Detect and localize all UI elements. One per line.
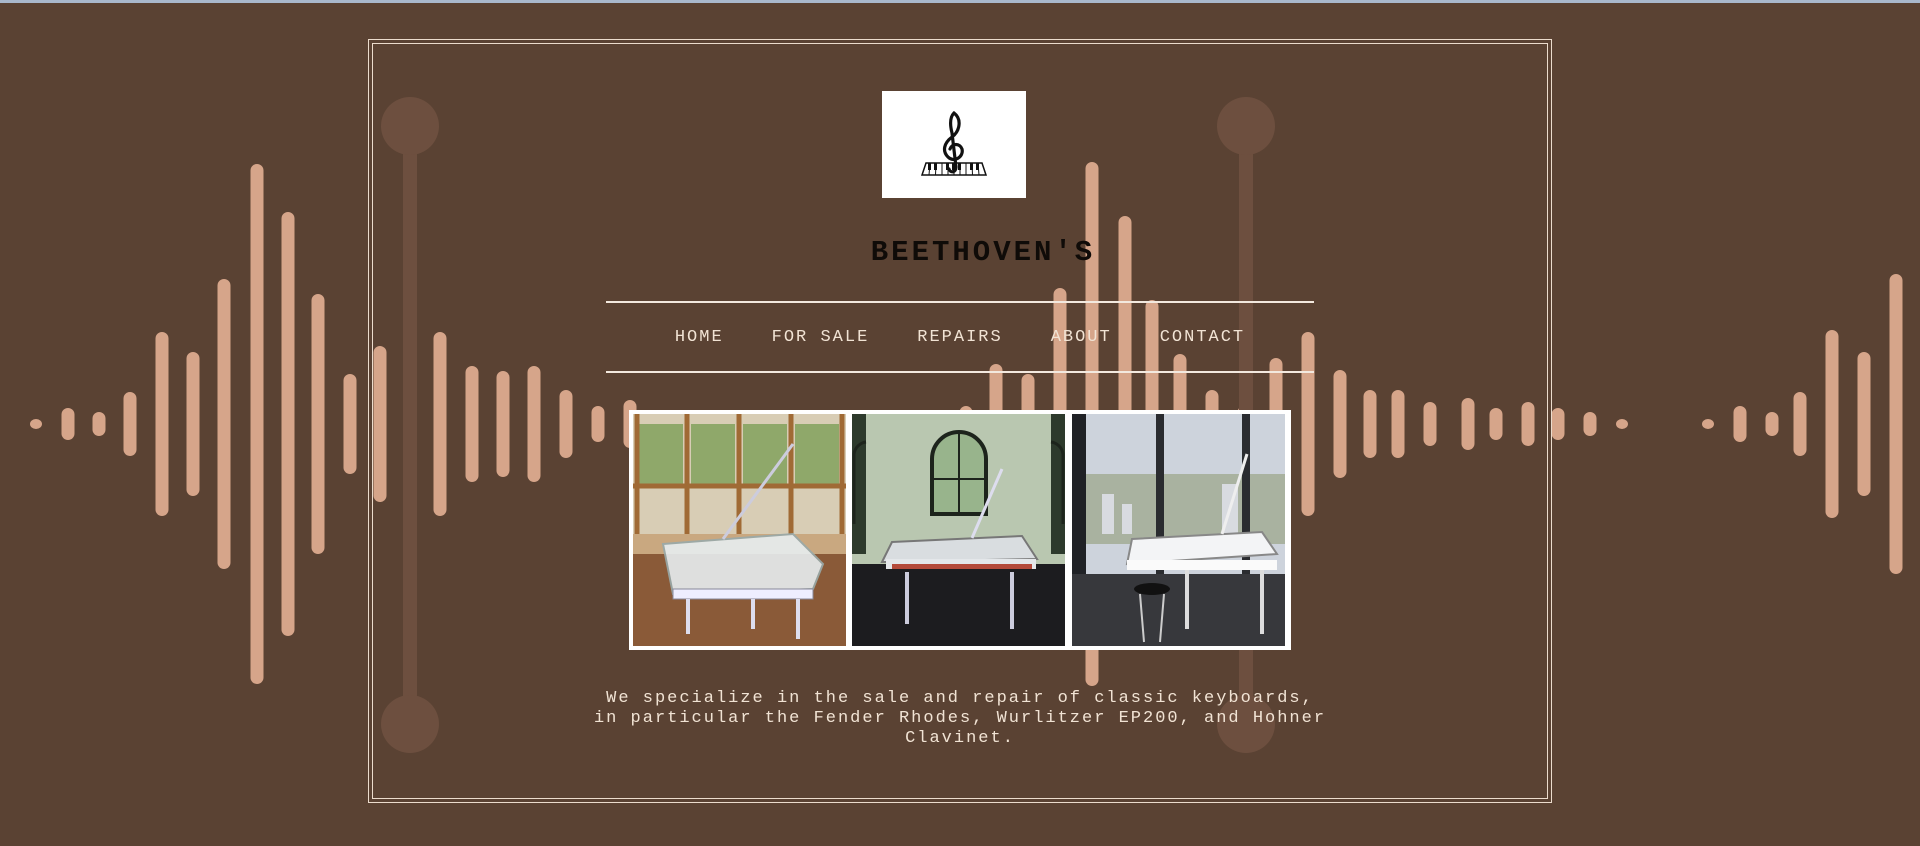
wave-bar xyxy=(1551,408,1565,440)
wave-bar xyxy=(1857,352,1871,496)
wave-bar xyxy=(186,352,200,496)
wave-bar xyxy=(343,374,357,474)
treble-clef-piano-icon xyxy=(920,110,988,176)
main-nav: HOME FOR SALE REPAIRS ABOUT CONTACT xyxy=(606,318,1314,356)
site-logo[interactable] xyxy=(882,91,1026,198)
clear-grand-piano-image xyxy=(633,414,846,646)
piano-photo-gallery xyxy=(629,410,1291,650)
nav-home-link[interactable]: HOME xyxy=(675,328,724,347)
wave-bar xyxy=(92,412,106,436)
wave-bar xyxy=(1616,419,1628,429)
nav-about-link[interactable]: ABOUT xyxy=(1051,328,1112,347)
gallery-photo-3[interactable] xyxy=(1071,414,1287,646)
wave-bar xyxy=(1702,419,1714,429)
wave-bar xyxy=(155,332,169,516)
wave-bar xyxy=(1765,412,1779,436)
piano-keys-icon xyxy=(920,161,988,176)
wave-bar xyxy=(61,408,75,440)
nav-contact-link[interactable]: CONTACT xyxy=(1160,328,1245,347)
nav-bottom-rule xyxy=(606,371,1314,373)
arched-window-piano-image xyxy=(852,414,1066,646)
wave-bar xyxy=(1825,330,1839,518)
wave-bar xyxy=(281,212,295,636)
wave-bar xyxy=(1793,392,1807,456)
wave-bar xyxy=(30,419,42,429)
wave-bar xyxy=(123,392,137,456)
gallery-photo-1[interactable] xyxy=(633,414,848,646)
wave-bar xyxy=(1583,412,1597,436)
wave-bar xyxy=(250,164,264,684)
intro-text: We specialize in the sale and repair of … xyxy=(593,689,1327,748)
nav-for-sale-link[interactable]: FOR SALE xyxy=(772,328,870,347)
nav-repairs-link[interactable]: REPAIRS xyxy=(917,328,1002,347)
nav-top-rule xyxy=(606,301,1314,303)
wave-bar xyxy=(1733,406,1747,442)
site-title: BEETHOVEN'S xyxy=(870,236,1096,269)
wave-bar xyxy=(1889,274,1903,574)
wave-bar xyxy=(217,279,231,569)
wave-bar xyxy=(311,294,325,554)
gallery-photo-2[interactable] xyxy=(852,414,1067,646)
city-view-piano-image xyxy=(1071,414,1285,646)
